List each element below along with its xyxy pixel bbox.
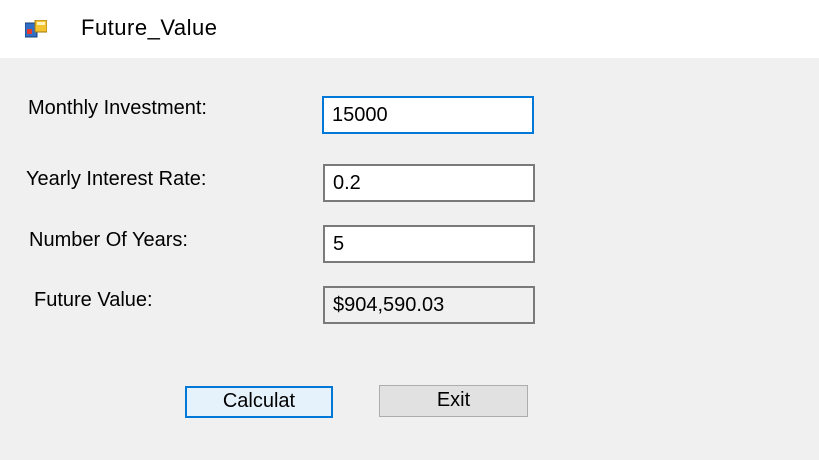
exit-button[interactable]: Exit <box>379 385 528 417</box>
number-of-years-label: Number Of Years: <box>29 229 188 251</box>
monthly-investment-label: Monthly Investment: <box>28 97 207 119</box>
monthly-investment-input[interactable]: 15000 <box>322 96 534 134</box>
future-value-window: Future_Value Monthly Investment: 15000 Y… <box>0 0 819 460</box>
title-bar[interactable]: Future_Value <box>0 0 819 58</box>
number-of-years-input[interactable]: 5 <box>323 225 535 263</box>
calculate-button[interactable]: Calculat <box>185 386 333 418</box>
window-title: Future_Value <box>81 15 218 40</box>
future-value-output: $904,590.03 <box>323 286 535 324</box>
yearly-interest-rate-label: Yearly Interest Rate: <box>26 168 207 190</box>
yearly-interest-rate-input[interactable]: 0.2 <box>323 164 535 202</box>
app-icon <box>25 20 47 38</box>
future-value-label: Future Value: <box>34 289 153 311</box>
